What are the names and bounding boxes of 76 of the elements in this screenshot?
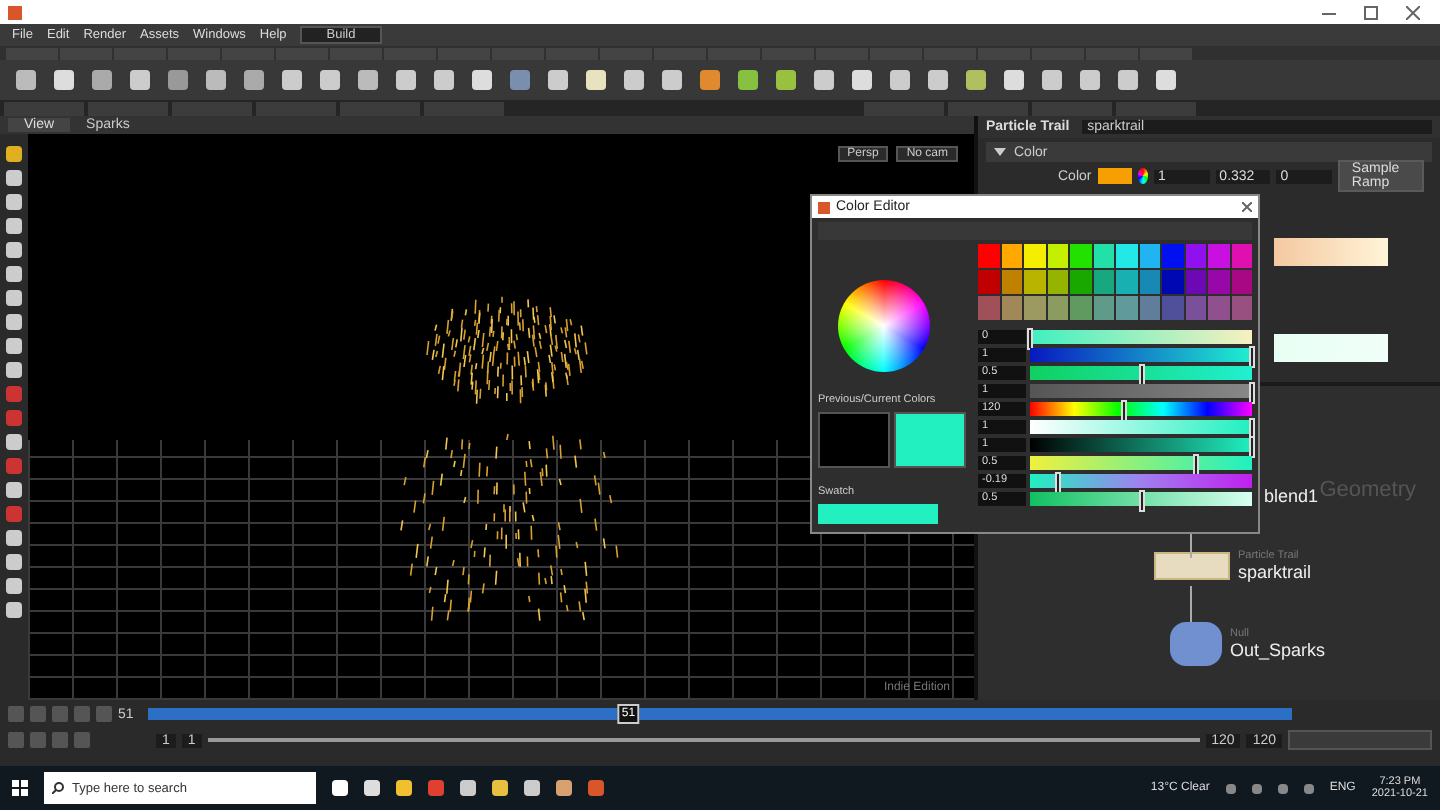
color-swatch[interactable] <box>1208 296 1229 320</box>
color-swatch[interactable] <box>1047 244 1068 268</box>
color-swatch[interactable] <box>1093 270 1114 294</box>
app-icon <box>8 5 22 19</box>
color-swatch[interactable] <box>1024 296 1045 320</box>
color-swatch[interactable] <box>1024 244 1045 268</box>
color-swatch[interactable] <box>1139 270 1160 294</box>
node-name[interactable]: Out_Sparks <box>1230 640 1326 660</box>
maximize-icon[interactable] <box>1364 5 1378 19</box>
color-wheel[interactable] <box>838 280 930 372</box>
swatch-bar[interactable] <box>818 504 938 524</box>
slider-thumb[interactable] <box>1055 471 1062 493</box>
slider-thumb[interactable] <box>1138 489 1144 511</box>
color-swatch[interactable] <box>1047 296 1068 320</box>
color-ramp[interactable] <box>1274 238 1388 266</box>
search-icon <box>52 782 64 794</box>
start-icon[interactable] <box>12 780 28 796</box>
color-swatch[interactable] <box>1185 270 1206 294</box>
color-slider-track[interactable] <box>1030 473 1252 487</box>
color-swatch[interactable] <box>1070 270 1091 294</box>
color-swatch[interactable] <box>1208 270 1229 294</box>
node-box[interactable] <box>1154 552 1230 580</box>
color-swatch[interactable] <box>1162 270 1183 294</box>
color-ramp[interactable] <box>1274 334 1388 362</box>
color-swatch[interactable] <box>1097 168 1132 184</box>
previous-color-swatch[interactable] <box>818 412 890 468</box>
color-swatch[interactable] <box>978 244 999 268</box>
slider-thumb[interactable] <box>1249 435 1255 457</box>
close-icon[interactable] <box>1242 202 1252 212</box>
color-swatch[interactable] <box>1139 296 1160 320</box>
color-swatch[interactable] <box>1185 296 1206 320</box>
color-slider-track[interactable] <box>1030 365 1252 379</box>
slider-thumb[interactable] <box>1249 345 1255 367</box>
color-swatch[interactable] <box>1001 244 1022 268</box>
color-slider-track[interactable] <box>1030 455 1252 469</box>
slider-thumb[interactable] <box>1249 381 1255 403</box>
color-swatch[interactable] <box>1116 270 1137 294</box>
app-icon <box>818 201 830 213</box>
color-swatch[interactable] <box>1093 244 1114 268</box>
node-name[interactable]: blend1 <box>1264 486 1319 506</box>
tray-icon[interactable] <box>1251 783 1262 793</box>
color-swatch[interactable] <box>1208 244 1229 268</box>
color-swatch[interactable] <box>1231 270 1252 294</box>
color-swatch[interactable] <box>978 296 999 320</box>
color-swatch[interactable] <box>1047 270 1068 294</box>
slider-thumb[interactable] <box>1120 399 1127 421</box>
color-swatch[interactable] <box>1093 296 1114 320</box>
node-name[interactable]: sparktrail <box>1238 562 1312 582</box>
null-node-icon[interactable] <box>1170 622 1222 666</box>
color-swatch[interactable] <box>1162 244 1183 268</box>
node-wire <box>1190 586 1192 622</box>
color-slider-track[interactable] <box>1030 419 1252 433</box>
color-swatch[interactable] <box>1001 296 1022 320</box>
color-swatch[interactable] <box>1116 244 1137 268</box>
color-swatch[interactable] <box>1139 244 1160 268</box>
current-color-swatch[interactable] <box>894 412 966 468</box>
color-swatch[interactable] <box>1024 270 1045 294</box>
color-wheel-icon[interactable] <box>1137 168 1149 184</box>
color-swatch[interactable] <box>1162 296 1183 320</box>
color-swatch[interactable] <box>978 270 999 294</box>
color-swatch[interactable] <box>1231 296 1252 320</box>
slider-thumb[interactable] <box>1027 327 1033 349</box>
color-swatch[interactable] <box>1116 296 1137 320</box>
tray-icon[interactable] <box>1303 783 1314 793</box>
color-swatch[interactable] <box>1185 244 1206 268</box>
expand-icon[interactable] <box>994 148 1006 156</box>
tray-icon[interactable] <box>1277 783 1288 793</box>
slider-thumb[interactable] <box>1193 453 1200 475</box>
color-slider-track[interactable] <box>1030 401 1252 415</box>
tray-icon[interactable] <box>1225 783 1236 793</box>
color-swatch[interactable] <box>1001 270 1022 294</box>
color-swatch[interactable] <box>1070 296 1091 320</box>
color-swatch[interactable] <box>1231 244 1252 268</box>
slider-thumb[interactable] <box>1138 363 1144 385</box>
color-swatch[interactable] <box>1070 244 1091 268</box>
close-icon[interactable] <box>1406 5 1420 19</box>
